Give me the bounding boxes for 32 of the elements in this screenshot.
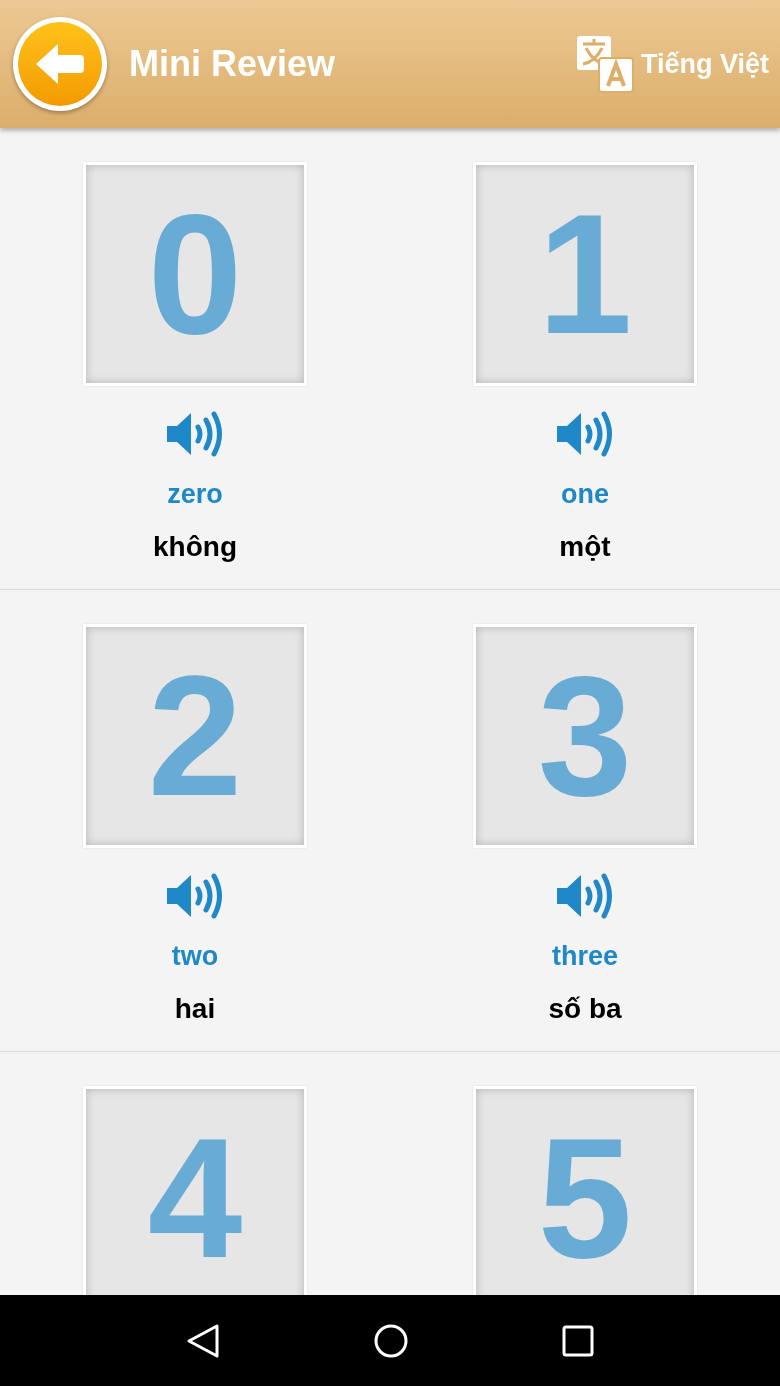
back-arrow-icon [34,42,86,86]
digit: 5 [537,1113,633,1283]
number-card[interactable]: 3 [473,624,697,848]
speaker-icon[interactable] [555,872,615,920]
back-button[interactable] [13,17,107,111]
speaker-icon[interactable] [165,872,225,920]
speaker-icon[interactable] [555,410,615,458]
recent-apps-icon[interactable] [561,1324,594,1357]
english-word: zero [167,478,223,510]
translate-icon [574,34,635,94]
digit: 0 [147,189,243,359]
vietnamese-word: số ba [548,992,622,1026]
home-icon[interactable] [373,1322,409,1359]
number-card[interactable]: 5 [473,1086,697,1295]
number-card[interactable]: 4 [83,1086,307,1295]
number-card[interactable]: 0 [83,162,307,386]
vietnamese-word: một [559,530,611,564]
english-word: one [561,478,609,510]
digit: 2 [147,651,243,821]
vietnamese-word: không [153,530,237,564]
english-word: three [552,940,618,972]
vietnamese-word: hai [174,992,216,1026]
english-word: two [171,940,219,972]
digit: 1 [537,189,633,359]
screen-title: Mini Review [129,42,336,86]
digit: 4 [147,1113,243,1283]
number-card[interactable]: 1 [473,162,697,386]
language-button[interactable]: Tiếng Việt [574,34,769,94]
number-card[interactable]: 2 [83,624,307,848]
digit: 3 [537,651,633,821]
speaker-icon[interactable] [165,410,225,458]
back-icon[interactable] [186,1322,221,1359]
